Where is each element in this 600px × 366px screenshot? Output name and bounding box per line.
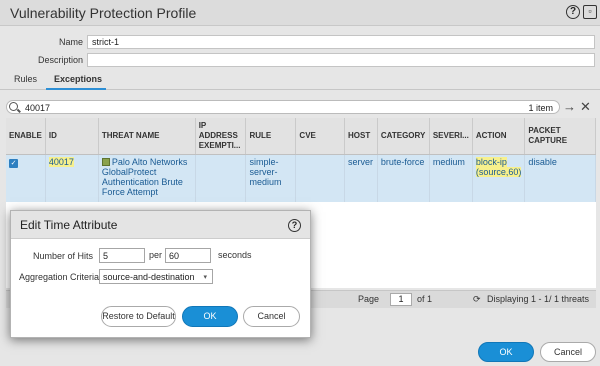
- description-label: Description: [37, 55, 83, 65]
- cell-enable[interactable]: ✓: [6, 154, 46, 202]
- edit-time-attribute-dialog: Edit Time Attribute ? Number of Hits 5 p…: [10, 210, 311, 338]
- name-label: Name: [58, 37, 83, 47]
- description-row: Description: [0, 53, 600, 67]
- apply-filter-icon[interactable]: →: [563, 99, 576, 114]
- dialog-title: Edit Time Attribute: [20, 218, 118, 232]
- window-titlebar: Vulnerability Protection Profile ? ▫: [0, 0, 600, 26]
- dialog-help-icon[interactable]: ?: [288, 219, 301, 232]
- profile-cancel-button[interactable]: Cancel: [540, 342, 596, 362]
- refresh-icon[interactable]: ⟳: [473, 294, 481, 305]
- search-result-count: 1 item: [528, 103, 553, 113]
- cell-ip-exemption: [195, 154, 247, 202]
- col-ip-exemption[interactable]: IP ADDRESS EXEMPTI...: [195, 118, 247, 155]
- per-seconds-input[interactable]: 60: [165, 248, 211, 263]
- col-threat-name[interactable]: THREAT NAME: [98, 118, 196, 155]
- aggregation-select[interactable]: source-and-destination ▾: [99, 269, 213, 284]
- search-query: 40017: [25, 103, 51, 113]
- clear-filter-icon[interactable]: ✕: [580, 99, 591, 115]
- chevron-down-icon: ▾: [203, 274, 207, 281]
- col-rule[interactable]: RULE: [245, 118, 297, 155]
- aggregation-label: Aggregation Criteria: [19, 272, 100, 282]
- help-icon[interactable]: ?: [566, 5, 580, 19]
- restore-default-button[interactable]: Restore to Default: [101, 306, 176, 327]
- name-field[interactable]: strict-1: [87, 35, 595, 49]
- col-category[interactable]: CATEGORY: [377, 118, 430, 155]
- profile-ok-button[interactable]: OK: [478, 342, 534, 362]
- page-number-input[interactable]: 1: [390, 293, 412, 306]
- cell-cve: [295, 154, 345, 202]
- per-label: per: [149, 250, 163, 260]
- table-header-row: ENABLE ID THREAT NAME IP ADDRESS EXEMPTI…: [6, 118, 596, 155]
- hits-input[interactable]: 5: [99, 248, 145, 263]
- cell-host: server: [344, 154, 378, 202]
- cell-rule: simple-server-medium: [245, 154, 297, 202]
- display-count: Displaying 1 - 1/ 1 threats: [487, 294, 590, 304]
- threat-id: 40017: [48, 156, 74, 167]
- col-id[interactable]: ID: [45, 118, 99, 155]
- cell-threat-name: Palo Alto Networks GlobalProtect Authent…: [98, 154, 196, 202]
- dialog-titlebar: Edit Time Attribute ?: [11, 211, 310, 239]
- page-of-label: of 1: [417, 294, 433, 304]
- description-field[interactable]: [87, 53, 595, 67]
- active-tab-indicator: [46, 88, 106, 90]
- page-label: Page: [358, 294, 380, 304]
- cell-id: 40017: [45, 154, 99, 202]
- seconds-label: seconds: [218, 250, 252, 260]
- maximize-icon[interactable]: ▫: [583, 5, 597, 19]
- tab-rules[interactable]: Rules: [14, 74, 37, 84]
- profile-tabs: Rules Exceptions: [0, 70, 600, 90]
- col-action[interactable]: ACTION: [472, 118, 526, 155]
- cell-category: brute-force: [377, 154, 430, 202]
- col-cve[interactable]: CVE: [295, 118, 345, 155]
- table-row[interactable]: ✓ 40017 Palo Alto Networks GlobalProtect…: [6, 154, 596, 202]
- search-icon: [9, 102, 18, 111]
- dialog-cancel-button[interactable]: Cancel: [243, 306, 300, 327]
- threat-icon: [101, 157, 110, 166]
- threat-name[interactable]: Palo Alto Networks GlobalProtect Authent…: [102, 157, 188, 197]
- tab-exceptions[interactable]: Exceptions: [54, 74, 102, 84]
- col-enable[interactable]: ENABLE: [6, 118, 46, 155]
- col-severity[interactable]: SEVERI...: [429, 118, 473, 155]
- aggregation-value: source-and-destination: [103, 272, 195, 282]
- col-packet-capture[interactable]: PACKET CAPTURE: [524, 118, 596, 155]
- name-row: Name strict-1: [0, 35, 600, 49]
- search-input[interactable]: 40017 1 item: [6, 100, 560, 114]
- cell-severity: medium: [429, 154, 473, 202]
- window-title: Vulnerability Protection Profile: [10, 5, 197, 21]
- col-host[interactable]: HOST: [344, 118, 378, 155]
- cell-packet-capture: disable: [524, 154, 596, 202]
- enable-checkbox[interactable]: ✓: [9, 158, 18, 168]
- dialog-ok-button[interactable]: OK: [182, 306, 238, 327]
- hits-label: Number of Hits: [33, 251, 94, 261]
- cell-action: block-ip (source,60): [472, 154, 526, 202]
- action-link[interactable]: block-ip (source,60): [475, 156, 522, 177]
